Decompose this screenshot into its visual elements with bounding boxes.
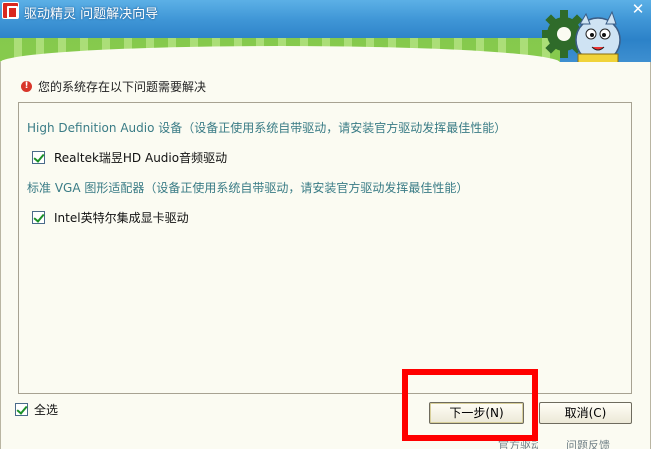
device-category-vga: 标准 VGA 图形适配器（设备正使用系统自带驱动，请安装官方驱动发挥最佳性能）: [27, 181, 469, 195]
window-title: 驱动精灵 问题解决向导: [24, 7, 159, 22]
title-bar[interactable]: 驱动精灵 问题解决向导 ✕: [0, 0, 651, 62]
warning-info-icon: !: [21, 80, 32, 92]
cancel-button[interactable]: 取消(C): [539, 402, 632, 424]
select-all-option[interactable]: 全选: [15, 401, 58, 418]
dialog-content: ! 您的系统存在以下问题需要解决 High Definition Audio 设…: [0, 62, 651, 449]
driver-label-graphics: Intel英特尔集成显卡驱动: [54, 211, 189, 225]
close-button[interactable]: ✕: [625, 0, 651, 20]
obscured-feedback-link[interactable]: 问题反馈: [566, 437, 621, 449]
problem-notice-text: 您的系统存在以下问题需要解决: [38, 79, 207, 94]
obscured-official-driver-link[interactable]: 官方驱动: [498, 437, 538, 449]
driver-label-audio: Realtek瑞昱HD Audio音频驱动: [54, 151, 228, 165]
problem-notice: ! 您的系统存在以下问题需要解决: [21, 78, 206, 94]
next-button[interactable]: 下一步(N): [429, 402, 524, 424]
checkbox-graphics-driver[interactable]: [32, 211, 45, 224]
driver-item-graphics[interactable]: Intel英特尔集成显卡驱动: [32, 209, 189, 226]
issues-panel: High Definition Audio 设备（设备正使用系统自带驱动，请安装…: [18, 102, 632, 394]
mascot-gear-icon: [542, 10, 621, 62]
checkbox-audio-driver[interactable]: [32, 151, 45, 164]
select-all-checkbox[interactable]: [15, 403, 28, 416]
app-logo-icon: [2, 2, 19, 19]
driver-item-audio[interactable]: Realtek瑞昱HD Audio音频驱动: [32, 149, 227, 166]
device-category-audio: High Definition Audio 设备（设备正使用系统自带驱动，请安装…: [27, 121, 507, 135]
select-all-label: 全选: [34, 403, 59, 417]
